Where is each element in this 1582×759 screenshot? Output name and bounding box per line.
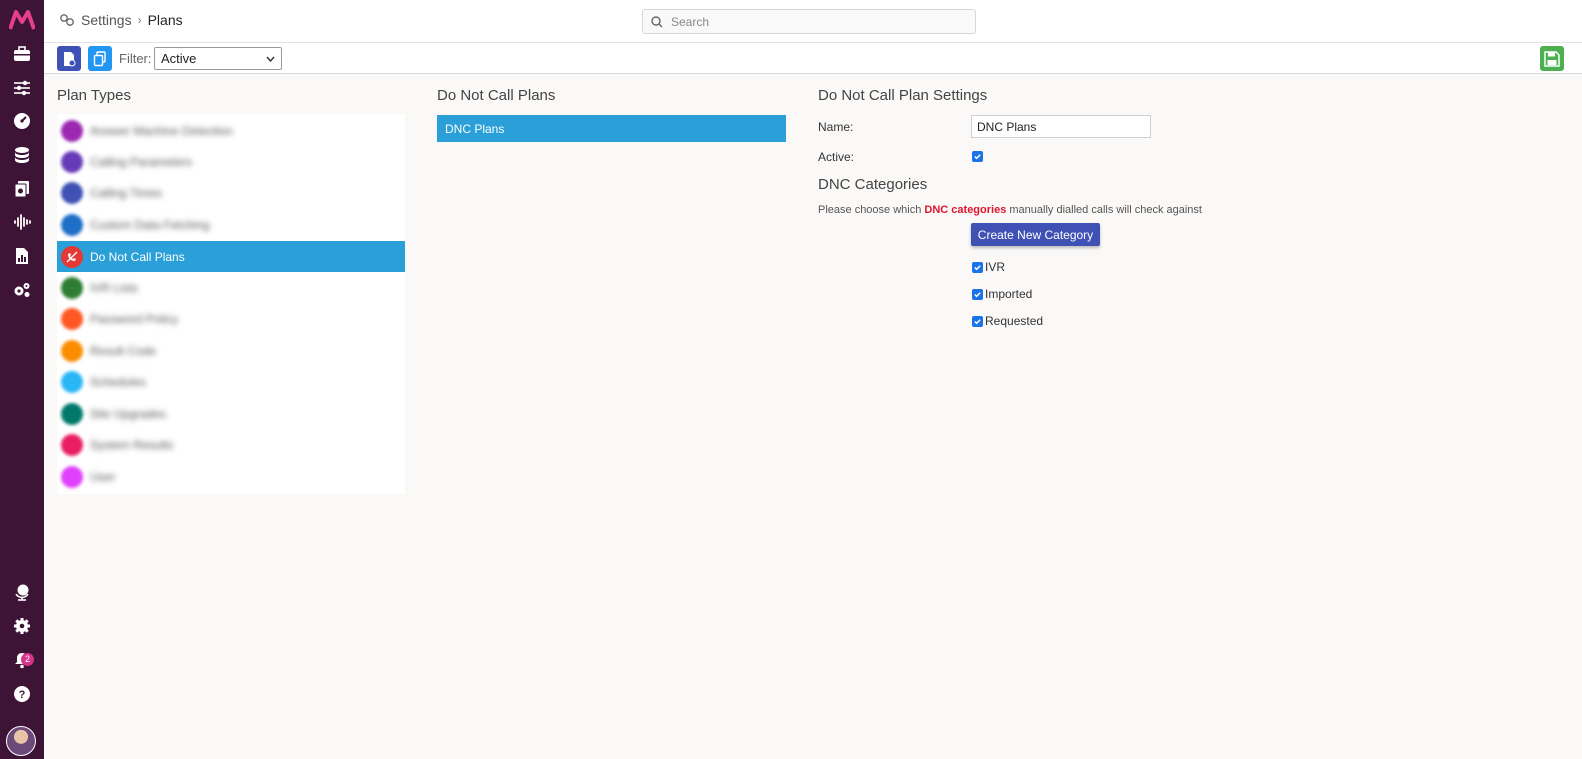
plan-type-label: Calling Times	[90, 185, 163, 200]
plan-type-label: Site Upgrades	[90, 406, 167, 421]
report-icon[interactable]	[11, 245, 33, 267]
plan-type-label: Do Not Call Plans	[90, 249, 185, 264]
plan-type-label: Calling Parameters	[90, 154, 193, 169]
search-input[interactable]	[671, 14, 951, 29]
logo-icon[interactable]	[9, 10, 35, 30]
plan-type-label: System Results	[90, 437, 174, 452]
plan-type-item[interactable]: Result Code	[57, 335, 405, 366]
gears-icon[interactable]	[11, 279, 33, 301]
svg-text:?: ?	[19, 689, 26, 701]
dnc-categories-title: DNC Categories	[818, 176, 928, 193]
new-document-icon	[64, 51, 76, 66]
phone-off-icon	[61, 245, 83, 268]
dashboard-icon[interactable]	[11, 110, 33, 132]
active-label: Active:	[818, 150, 855, 164]
plan-types-title: Plan Types	[57, 87, 131, 104]
check-icon	[974, 154, 981, 160]
files-icon[interactable]	[11, 178, 33, 200]
globe-icon[interactable]	[11, 581, 33, 603]
plan-type-icon	[61, 276, 83, 299]
plan-type-item[interactable]: Schedules	[57, 366, 405, 397]
sliders-icon[interactable]	[11, 77, 33, 99]
breadcrumb-settings[interactable]: Settings	[81, 12, 132, 28]
search-icon	[651, 15, 663, 27]
plan-type-icon	[61, 307, 83, 330]
filter-label: Filter:	[119, 51, 152, 66]
dnc-categories-description: Please choose which DNC categories manua…	[818, 204, 1202, 216]
plan-type-label: Schedules	[90, 374, 147, 389]
new-plan-button[interactable]	[57, 46, 81, 71]
plan-type-label: Answer Machine Detection	[90, 123, 233, 138]
plan-type-item[interactable]: IVR Lists	[57, 272, 405, 303]
plan-type-item[interactable]: Password Policy	[57, 303, 405, 334]
save-button[interactable]	[1540, 46, 1564, 71]
copy-plan-button[interactable]	[88, 46, 112, 71]
plan-type-icon	[61, 150, 83, 173]
plan-type-item[interactable]: System Results	[57, 429, 405, 460]
breadcrumb-current: Plans	[147, 12, 183, 28]
filter-select[interactable]: Active	[154, 47, 282, 70]
database-icon[interactable]	[11, 144, 33, 166]
plan-type-item[interactable]: Calling Parameters	[57, 146, 405, 177]
filter-selected-value: Active	[161, 51, 197, 66]
create-new-category-button[interactable]: Create New Category	[971, 223, 1100, 246]
plan-type-icon	[61, 119, 83, 142]
plan-type-item[interactable]: Site Upgrades	[57, 398, 405, 429]
audio-wave-icon[interactable]	[11, 211, 33, 233]
user-avatar[interactable]	[6, 726, 36, 756]
plan-type-label: IVR Lists	[90, 280, 139, 295]
settings-gears-icon	[60, 14, 74, 26]
plan-type-item[interactable]: Calling Times	[57, 177, 405, 208]
toolbar: Filter: Active	[44, 43, 1582, 74]
check-icon	[974, 319, 981, 325]
notification-count-badge: 2	[21, 653, 34, 666]
plan-settings-title: Do Not Call Plan Settings	[818, 87, 988, 104]
category-checkbox-imported[interactable]	[972, 289, 983, 300]
dnc-plan-item[interactable]: DNC Plans	[437, 115, 786, 142]
plan-type-icon	[61, 433, 83, 456]
check-icon	[974, 265, 981, 271]
plan-type-label: Custom Data Fetching	[90, 217, 210, 232]
plan-type-item[interactable]: Answer Machine Detection	[57, 115, 405, 146]
category-checkbox-requested[interactable]	[972, 316, 983, 327]
category-checkbox-ivr[interactable]	[972, 262, 983, 273]
plan-type-icon	[61, 181, 83, 204]
plan-types-list: Answer Machine Detection Calling Paramete…	[57, 114, 405, 494]
active-checkbox[interactable]	[972, 151, 983, 162]
plan-type-icon	[61, 465, 83, 488]
plan-type-icon	[61, 213, 83, 236]
top-bar: Settings › Plans	[44, 0, 1582, 43]
breadcrumb-separator: ›	[137, 13, 142, 27]
plan-type-label: Password Policy	[90, 311, 179, 326]
plan-type-label: User	[90, 469, 116, 484]
chevron-down-icon	[266, 56, 275, 62]
save-icon	[1544, 50, 1560, 67]
dnc-plans-title: Do Not Call Plans	[437, 87, 556, 104]
check-icon	[974, 292, 981, 298]
desc-before: Please choose which	[818, 204, 925, 216]
desc-after: manually dialled calls will check agains…	[1006, 204, 1202, 216]
name-field[interactable]	[971, 115, 1151, 138]
plan-type-item[interactable]: User	[57, 461, 405, 492]
search-box[interactable]	[642, 9, 976, 34]
settings-icon[interactable]	[11, 615, 33, 637]
plan-type-icon	[61, 370, 83, 393]
plan-type-icon	[61, 339, 83, 362]
name-label: Name:	[818, 120, 854, 134]
plan-type-item[interactable]: Do Not Call Plans	[57, 241, 405, 272]
breadcrumb: Settings › Plans	[59, 12, 183, 28]
category-label-imported: Imported	[985, 287, 1033, 301]
plan-type-icon	[61, 402, 83, 425]
category-label-ivr: IVR	[985, 260, 1006, 274]
plan-type-item[interactable]: Custom Data Fetching	[57, 209, 405, 240]
copy-icon	[93, 50, 106, 66]
plan-type-label: Result Code	[90, 343, 157, 358]
category-label-requested: Requested	[985, 314, 1044, 328]
help-icon[interactable]: ?	[11, 683, 33, 705]
left-nav-rail: 2 ?	[0, 0, 44, 759]
desc-highlight: DNC categories	[924, 204, 1007, 216]
briefcase-icon[interactable]	[11, 43, 33, 65]
